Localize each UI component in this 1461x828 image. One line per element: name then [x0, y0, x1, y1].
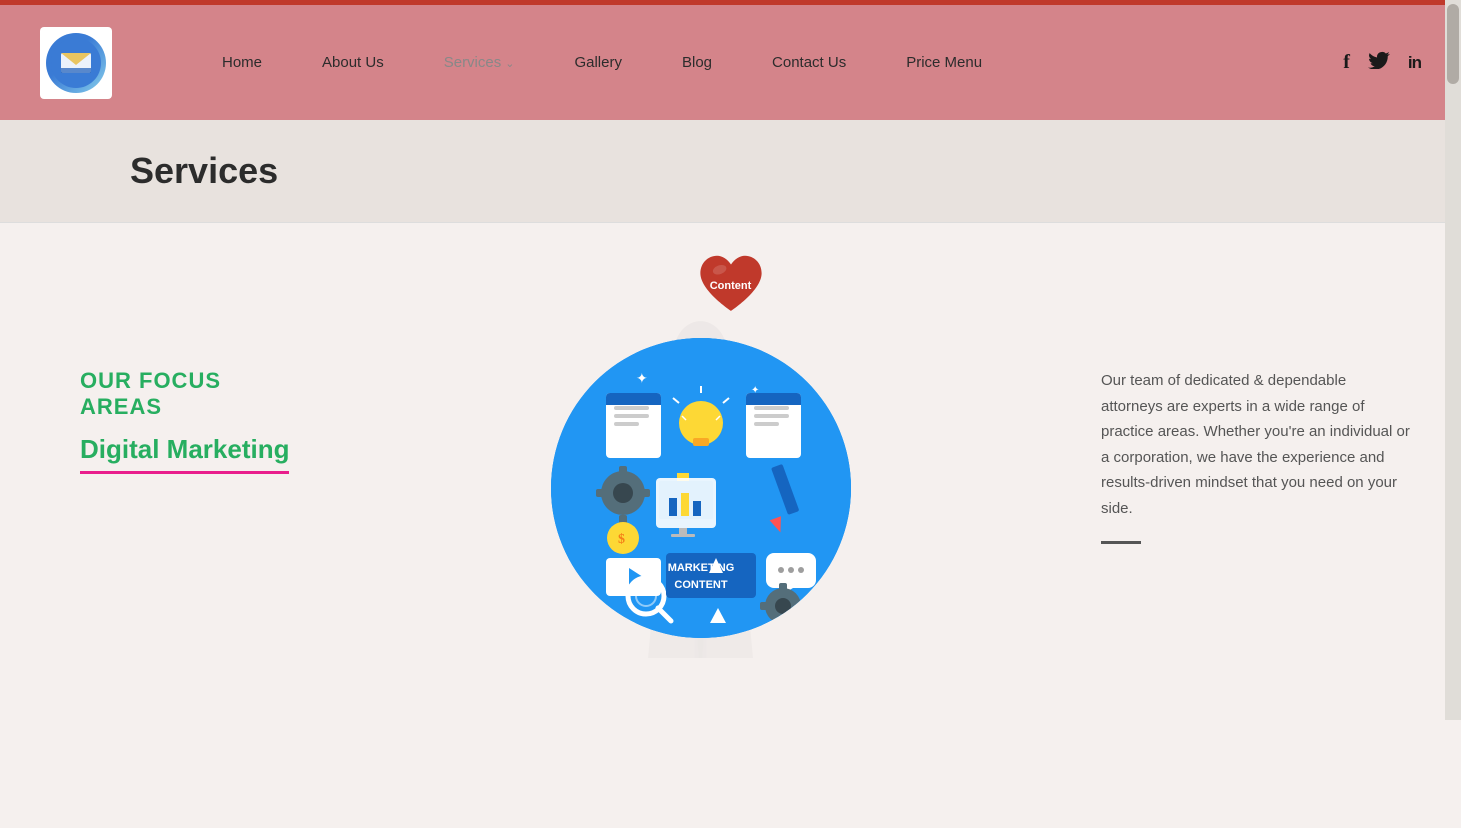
heart-badge-area: Content [0, 223, 1461, 318]
nav-home[interactable]: Home [192, 54, 292, 71]
nav-about[interactable]: About Us [292, 54, 414, 71]
focus-title: OUR FOCUS AREAS [80, 368, 290, 420]
svg-text:✦: ✦ [636, 372, 648, 387]
nav-blog[interactable]: Blog [652, 54, 742, 71]
nav-price[interactable]: Price Menu [876, 54, 1012, 71]
main-nav: Home About Us Services ⌄ Gallery Blog Co… [192, 54, 1343, 71]
twitter-icon[interactable] [1368, 51, 1390, 74]
marketing-icons: ✦ ✦ ✦ [551, 338, 851, 638]
focus-subtitle: Digital Marketing [80, 434, 289, 474]
logo[interactable] [40, 27, 112, 99]
heart-icon [696, 253, 766, 318]
chevron-down-icon: ⌄ [505, 57, 514, 70]
nav-services[interactable]: Services ⌄ [414, 54, 545, 71]
nav-contact[interactable]: Contact Us [742, 54, 876, 71]
text-divider [1101, 541, 1141, 544]
content-heart-badge[interactable]: Content [696, 253, 766, 318]
logo-inner [46, 33, 106, 93]
social-icons: f in [1343, 51, 1421, 74]
logo-icon [51, 38, 101, 88]
page-title: Services [130, 150, 1401, 192]
marketing-circle: ✦ ✦ ✦ [551, 338, 851, 638]
left-panel: OUR FOCUS AREAS Digital Marketing [0, 308, 330, 514]
center-image: ✦ ✦ ✦ [330, 308, 1071, 658]
right-description: Our team of dedicated & dependable attor… [1101, 368, 1411, 521]
scrollbar-thumb[interactable] [1447, 4, 1459, 84]
facebook-icon[interactable]: f [1343, 51, 1350, 74]
circle-inner: ✦ ✦ ✦ [551, 338, 851, 638]
content-section: OUR FOCUS AREAS Digital Marketing [0, 308, 1461, 658]
linkedin-icon[interactable]: in [1408, 53, 1421, 73]
scrollbar[interactable] [1445, 0, 1461, 720]
nav-gallery[interactable]: Gallery [544, 54, 652, 71]
svg-text:MARKETING: MARKETING [667, 562, 734, 574]
right-panel: Our team of dedicated & dependable attor… [1071, 308, 1461, 584]
svg-text:$: $ [618, 532, 625, 547]
svg-text:CONTENT: CONTENT [674, 579, 727, 591]
page-title-bar: Services [0, 120, 1461, 223]
main-content: Content OUR FOCUS AREAS Digital Marketin… [0, 223, 1461, 828]
header: Home About Us Services ⌄ Gallery Blog Co… [0, 5, 1461, 120]
